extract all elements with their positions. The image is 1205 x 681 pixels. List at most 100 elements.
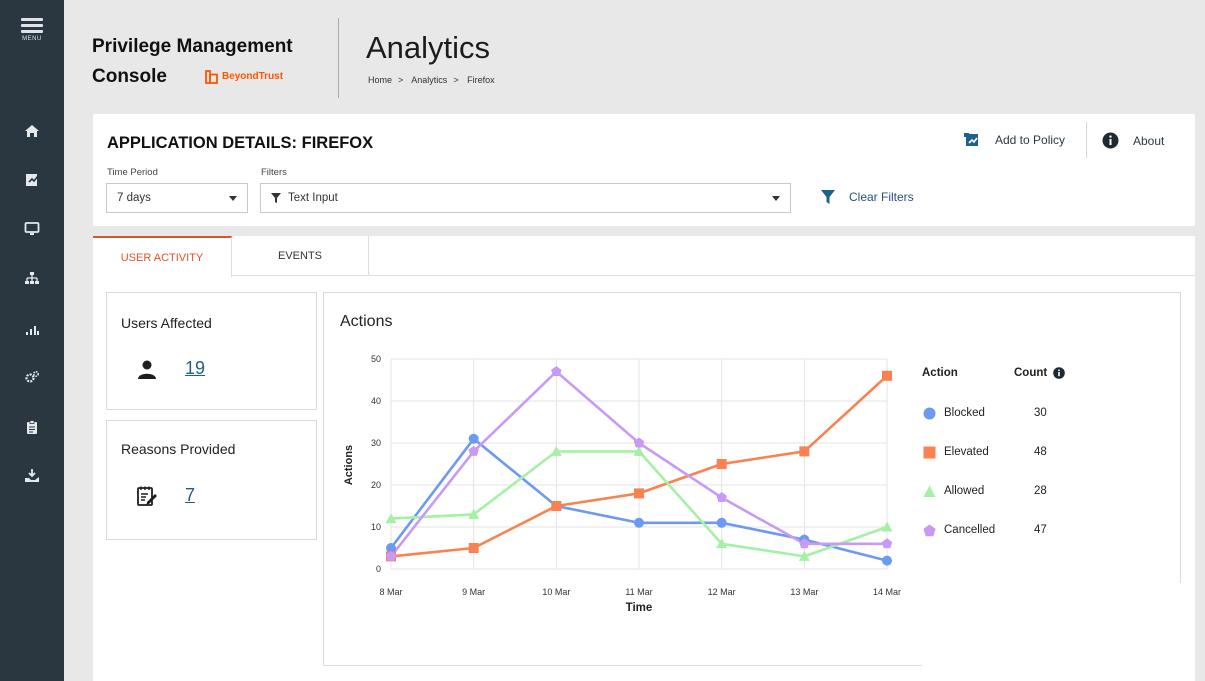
triangle-marker-icon [922,484,936,498]
legend-label: Elevated [944,446,989,458]
legend-label: Blocked [944,407,985,419]
application-title: APPLICATION DETAILS: FIREFOX [107,134,374,152]
data-point-blocked [468,433,479,444]
legend-action-header: Action [922,367,958,379]
chevron-down-icon [229,196,237,201]
clear-filters-label: Clear Filters [849,190,914,204]
filters-label: Filters [261,167,287,178]
legend-count: 30 [1034,407,1047,419]
data-point-elevated [882,370,892,381]
legend-item-cancelled[interactable]: Cancelled 47 [922,522,1047,538]
legend-item-blocked[interactable]: Blocked 30 [922,405,1047,421]
application-details-card: APPLICATION DETAILS: FIREFOX Add to Poli… [93,114,1195,226]
legend-count: 28 [1034,485,1047,497]
user-activity-panel: USER ACTIVITY EVENTS Users Affected 19 R… [93,236,1195,681]
users-affected-label: Users Affected [121,315,212,331]
clear-filters-button[interactable]: Clear Filters [821,189,914,205]
breadcrumb-separator-icon: > [453,75,459,85]
legend-label: Cancelled [944,524,996,536]
product-brand: Privilege Management Console BeyondTrust [92,32,322,92]
filter-icon [271,193,281,203]
hamburger-icon [21,18,43,33]
square-marker-icon [922,445,936,459]
breadcrumb-current: Firefox [467,75,495,85]
legend-count: 47 [1034,524,1047,536]
about-label: About [1133,133,1165,148]
menu-label: MENU [22,36,42,42]
data-point-elevated [468,543,479,553]
reasons-provided-label: Reasons Provided [121,441,236,457]
breadcrumb-analytics[interactable]: Analytics [411,75,447,85]
actions-chart-card: Actions 0 10 20 30 40 50 8 Mar 9 Mar 10 Mar 11 Ma… [323,292,1182,667]
nav-settings[interactable] [0,366,64,388]
chart-card-footer [922,583,1182,667]
legend-count-header: Count [1014,367,1066,379]
y-tick-label: 40 [371,396,381,406]
time-period-label: Time Period [107,167,158,178]
tab-user-activity[interactable]: USER ACTIVITY [93,236,232,277]
y-tick-label: 30 [371,438,381,448]
y-tick-label: 0 [376,564,381,574]
y-axis-label: Actions [343,445,355,485]
policy-icon [26,174,39,186]
computer-icon [24,222,40,235]
info-icon[interactable] [1053,367,1066,379]
clipboard-icon [27,420,37,434]
reasons-provided-value[interactable]: 7 [185,485,195,506]
pentagon-marker-icon [922,523,936,537]
home-icon [25,125,39,137]
nav-home[interactable] [0,120,64,142]
nav-computers[interactable] [0,218,64,240]
nav-policies[interactable] [0,169,64,191]
page-title: Analytics [366,30,491,65]
data-point-cancelled [881,538,893,549]
user-icon [138,360,156,379]
data-point-cancelled [716,492,727,503]
chevron-down-icon [772,196,780,201]
beyondtrust-logo: BeyondTrust [205,62,283,92]
settings-icon [25,370,40,383]
notes-icon [137,486,157,506]
legend-item-allowed[interactable]: Allowed 28 [922,483,1047,499]
data-point-elevated [716,459,727,469]
add-to-policy-label: Add to Policy [995,133,1066,147]
info-icon [1102,132,1119,149]
filter-icon [821,190,835,204]
y-tick-label: 20 [371,480,381,490]
menu-button[interactable]: MENU [0,18,64,42]
breadcrumb-home[interactable]: Home [368,75,392,85]
add-policy-icon [964,133,978,146]
y-tick-label: 10 [371,522,381,532]
data-point-cancelled [551,366,562,377]
users-affected-value[interactable]: 19 [185,358,205,379]
header-divider [338,18,339,98]
data-point-elevated [799,446,810,457]
add-to-policy-button[interactable]: Add to Policy [963,132,1065,148]
nav-clipboard[interactable] [0,416,64,438]
reasons-provided-card: Reasons Provided 7 [106,420,317,540]
nav-rail: MENU [0,0,64,681]
legend-item-elevated[interactable]: Elevated 48 [922,444,1047,460]
x-tick-label: 14 Mar [873,587,901,597]
time-period-select[interactable]: 7 days [106,183,248,213]
data-point-blocked [882,555,892,566]
nav-analytics[interactable] [0,318,64,340]
time-period-value: 7 days [117,192,151,204]
x-tick-label: 13 Mar [790,587,818,597]
filters-placeholder: Text Input [288,192,338,204]
x-tick-label: 11 Mar [625,587,652,597]
hierarchy-icon [25,272,39,284]
x-tick-label: 10 Mar [542,587,570,597]
chart-legend: Action Count Blocked 30 Elevated 48 Allo… [922,293,1122,553]
header-actions-divider [1086,122,1087,158]
nav-hierarchy[interactable] [0,267,64,289]
data-point-elevated [634,488,644,499]
tab-events[interactable]: EVENTS [232,236,369,276]
legend-count: 48 [1034,446,1047,458]
filters-input[interactable]: Text Input [260,183,791,213]
data-point-blocked [716,517,727,528]
data-point-elevated [551,501,562,511]
about-button[interactable]: About [1102,132,1164,149]
nav-deploy[interactable] [0,465,64,487]
product-name-line1: Privilege Management [92,36,293,57]
